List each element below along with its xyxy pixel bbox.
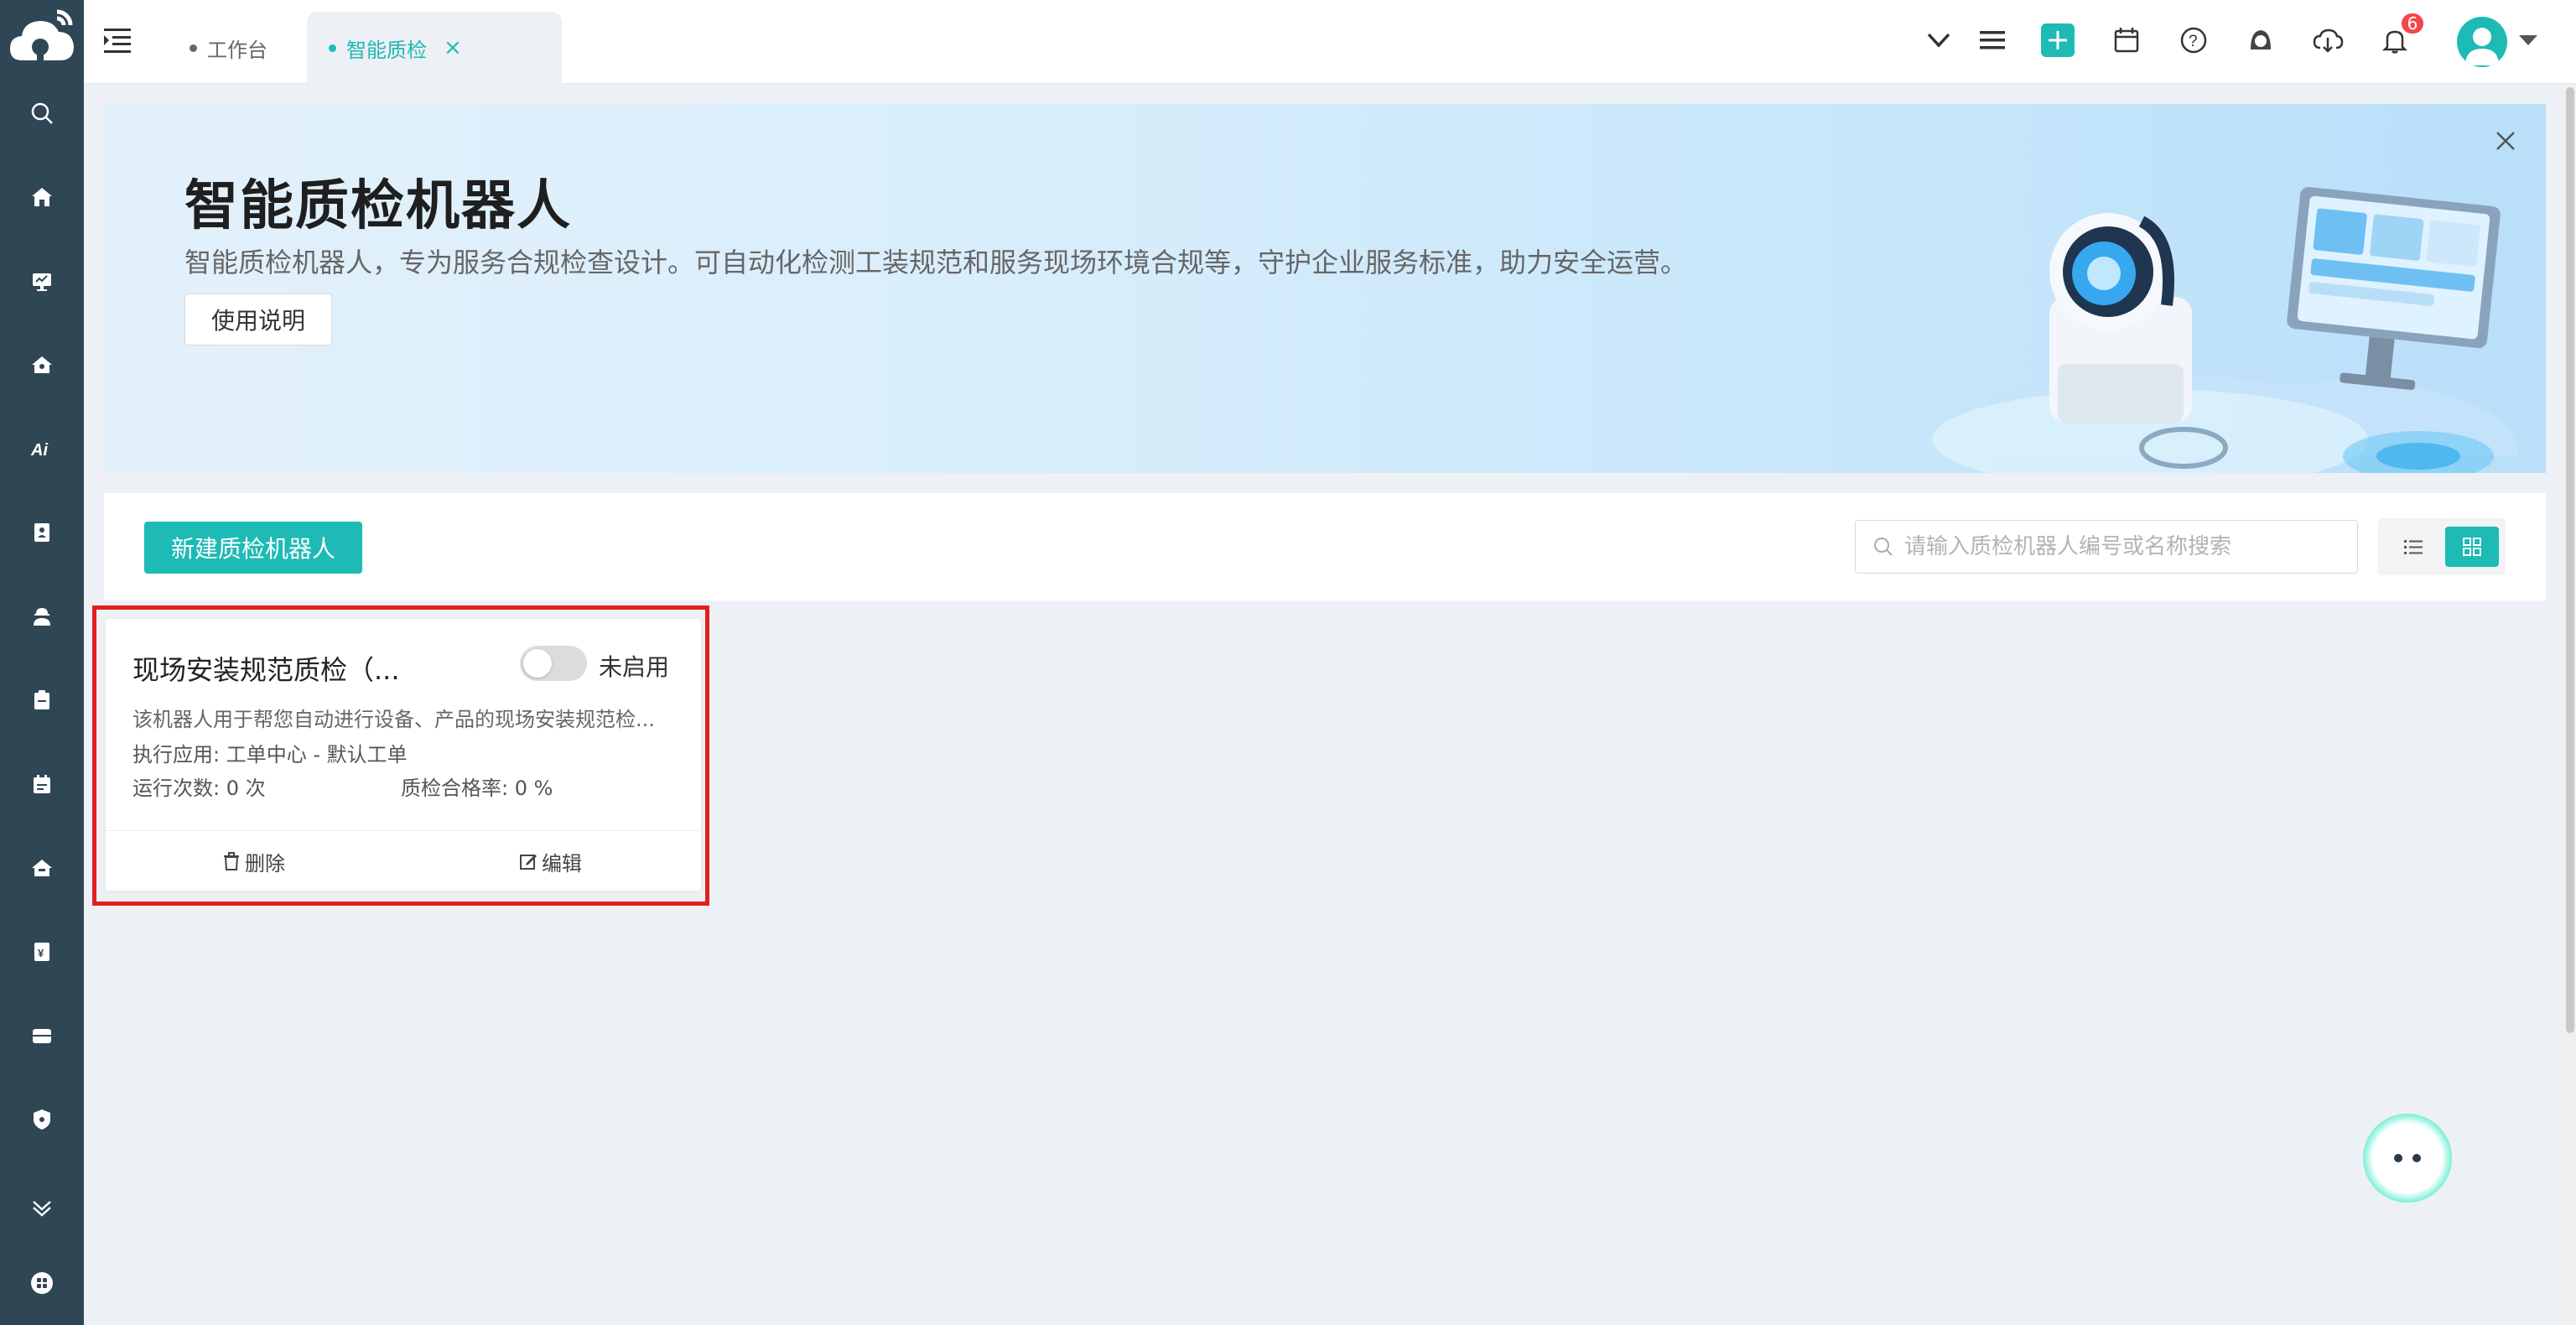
svg-text:¥: ¥	[38, 947, 44, 959]
status-label: 未启用	[599, 653, 670, 681]
tab-label: 智能质检	[346, 38, 427, 62]
view-toggle	[2378, 518, 2506, 575]
search-icon[interactable]	[21, 92, 63, 134]
grid-view-button[interactable]	[2445, 527, 2499, 567]
edit-label: 编辑	[542, 851, 582, 876]
robot-illustration	[1898, 179, 2536, 473]
tab-workbench[interactable]: 工作台	[168, 12, 289, 84]
banner-title: 智能质检机器人	[184, 175, 572, 237]
edit-icon	[520, 855, 537, 870]
storage-icon[interactable]	[21, 1015, 63, 1057]
list-menu-icon[interactable]	[1974, 22, 2011, 59]
monitor-icon[interactable]	[21, 260, 63, 302]
assistant-eye	[2394, 1154, 2402, 1162]
assistant-eye	[2412, 1154, 2421, 1162]
avatar[interactable]	[2457, 17, 2507, 67]
card-app-line: 执行应用: 工单中心 - 默认工单	[132, 743, 408, 766]
add-button[interactable]	[2041, 23, 2075, 57]
menu-toggle-icon[interactable]	[101, 23, 134, 57]
tab-smart-inspection[interactable]: 智能质检 ×	[307, 12, 562, 84]
delete-label: 删除	[245, 851, 285, 876]
shield-icon[interactable]	[21, 1099, 63, 1141]
close-icon[interactable]	[2490, 126, 2521, 156]
tab-label: 工作台	[207, 38, 267, 62]
ai-assistant-button[interactable]	[2363, 1114, 2452, 1203]
home-icon[interactable]	[21, 176, 63, 218]
scroll-thumb[interactable]	[2566, 87, 2574, 1033]
notification-badge: 6	[2400, 12, 2425, 35]
enable-toggle[interactable]	[520, 646, 587, 681]
tab-dot	[329, 44, 336, 52]
toggle-knob	[523, 649, 552, 678]
house-alt-icon[interactable]	[21, 847, 63, 889]
ai-icon[interactable]: Ai	[21, 428, 63, 470]
contact-icon[interactable]	[21, 512, 63, 553]
calendar-task-icon[interactable]	[21, 763, 63, 805]
caret-down-icon[interactable]	[2517, 32, 2539, 49]
tab-dot	[190, 44, 197, 52]
calendar-icon[interactable]	[2108, 22, 2145, 59]
chevron-down-icon[interactable]	[1920, 22, 1957, 59]
new-robot-button[interactable]: 新建质检机器人	[144, 522, 362, 574]
support-agent-icon[interactable]	[2242, 22, 2279, 59]
intro-banner: 智能质检机器人 智能质检机器人，专为服务合规检查设计。可自动化检测工装规范和服务…	[104, 104, 2546, 473]
house-icon[interactable]	[21, 344, 63, 386]
svg-text:?: ?	[2189, 33, 2198, 50]
trash-icon	[224, 852, 239, 870]
apps-icon[interactable]	[21, 1262, 63, 1304]
card-footer: 删除 编辑	[106, 830, 701, 891]
toolbar-panel: 新建质检机器人	[104, 493, 2546, 600]
edit-button[interactable]: 编辑	[518, 831, 582, 891]
sidebar: Ai ¥	[0, 0, 84, 1325]
guide-button[interactable]: 使用说明	[184, 294, 332, 346]
card-pass-rate: 质检合格率: 0 %	[401, 777, 553, 800]
worker-icon[interactable]	[21, 595, 63, 637]
search-icon	[1874, 538, 1893, 556]
search-input[interactable]	[1904, 534, 2340, 559]
cloud-download-icon[interactable]	[2309, 22, 2346, 59]
yen-icon[interactable]: ¥	[21, 931, 63, 973]
search-box	[1855, 520, 2358, 574]
list-view-button[interactable]	[2386, 527, 2440, 567]
robot-card[interactable]: 现场安装规范质检（... 未启用 该机器人用于帮您自动进行设备、产品的现场安装规…	[106, 619, 701, 891]
help-icon[interactable]: ?	[2175, 22, 2212, 59]
logo-cloud-icon[interactable]	[7, 8, 77, 72]
clipboard-icon[interactable]	[21, 679, 63, 721]
banner-description: 智能质检机器人，专为服务合规检查设计。可自动化检测工装规范和服务现场环境合规等，…	[184, 247, 1688, 278]
scrollbar[interactable]	[2564, 84, 2576, 1325]
card-description: 该机器人用于帮您自动进行设备、产品的现场安装规范检...	[132, 708, 655, 731]
delete-button[interactable]: 删除	[221, 831, 285, 891]
svg-text:Ai: Ai	[30, 441, 48, 460]
chevron-double-down-icon[interactable]	[21, 1187, 63, 1229]
card-title: 现场安装规范质检（...	[132, 654, 400, 686]
card-run-count: 运行次数: 0 次	[132, 777, 266, 800]
tab-close-icon[interactable]: ×	[444, 35, 462, 60]
top-bar: 工作台 智能质检 × ? 6	[84, 0, 2576, 84]
